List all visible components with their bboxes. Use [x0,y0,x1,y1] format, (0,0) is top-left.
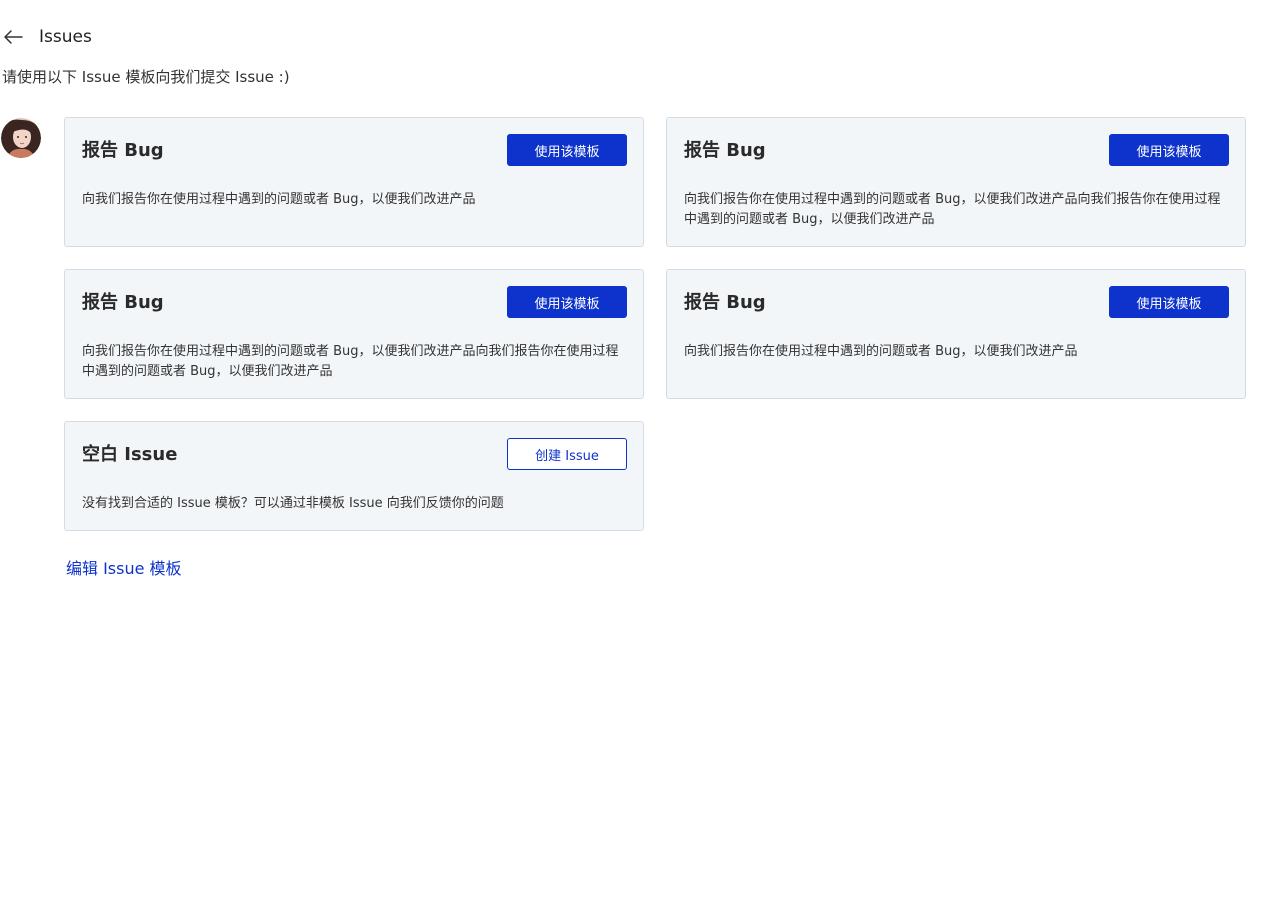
use-template-button[interactable]: 使用该模板 [1109,134,1229,166]
back-button[interactable] [0,23,27,51]
arrow-left-icon [4,30,23,44]
template-description: 向我们报告你在使用过程中遇到的问题或者 Bug，以便我们改进产品向我们报告你在使… [684,192,1221,227]
template-description: 向我们报告你在使用过程中遇到的问题或者 Bug，以便我们改进产品 [82,192,476,207]
template-card: 报告 Bug 使用该模板 向我们报告你在使用过程中遇到的问题或者 Bug，以便我… [666,117,1246,247]
template-card: 报告 Bug 使用该模板 向我们报告你在使用过程中遇到的问题或者 Bug，以便我… [64,269,644,399]
template-title: 报告 Bug [82,292,164,313]
use-template-button[interactable]: 使用该模板 [1109,286,1229,318]
create-issue-button[interactable]: 创建 Issue [507,438,627,470]
avatar-image [1,118,41,158]
blank-issue-description: 没有找到合适的 Issue 模板？可以通过非模板 Issue 向我们反馈你的问题 [82,496,504,511]
template-description: 向我们报告你在使用过程中遇到的问题或者 Bug，以便我们改进产品向我们报告你在使… [82,344,619,379]
use-template-button[interactable]: 使用该模板 [507,286,627,318]
template-description: 向我们报告你在使用过程中遇到的问题或者 Bug，以便我们改进产品 [684,344,1078,359]
template-card: 报告 Bug 使用该模板 向我们报告你在使用过程中遇到的问题或者 Bug，以便我… [64,117,644,247]
page-title: Issues [39,27,92,47]
edit-templates-link[interactable]: 编辑 Issue 模板 [66,555,182,579]
use-template-button[interactable]: 使用该模板 [507,134,627,166]
blank-issue-card: 空白 Issue 创建 Issue 没有找到合适的 Issue 模板？可以通过非… [64,421,644,531]
page-subtitle: 请使用以下 Issue 模板向我们提交 Issue :) [2,68,290,86]
page-header: Issues [0,22,92,52]
template-card: 报告 Bug 使用该模板 向我们报告你在使用过程中遇到的问题或者 Bug，以便我… [666,269,1246,399]
blank-issue-title: 空白 Issue [82,444,178,465]
template-title: 报告 Bug [684,140,766,161]
template-title: 报告 Bug [82,140,164,161]
template-title: 报告 Bug [684,292,766,313]
user-avatar[interactable] [1,118,41,158]
